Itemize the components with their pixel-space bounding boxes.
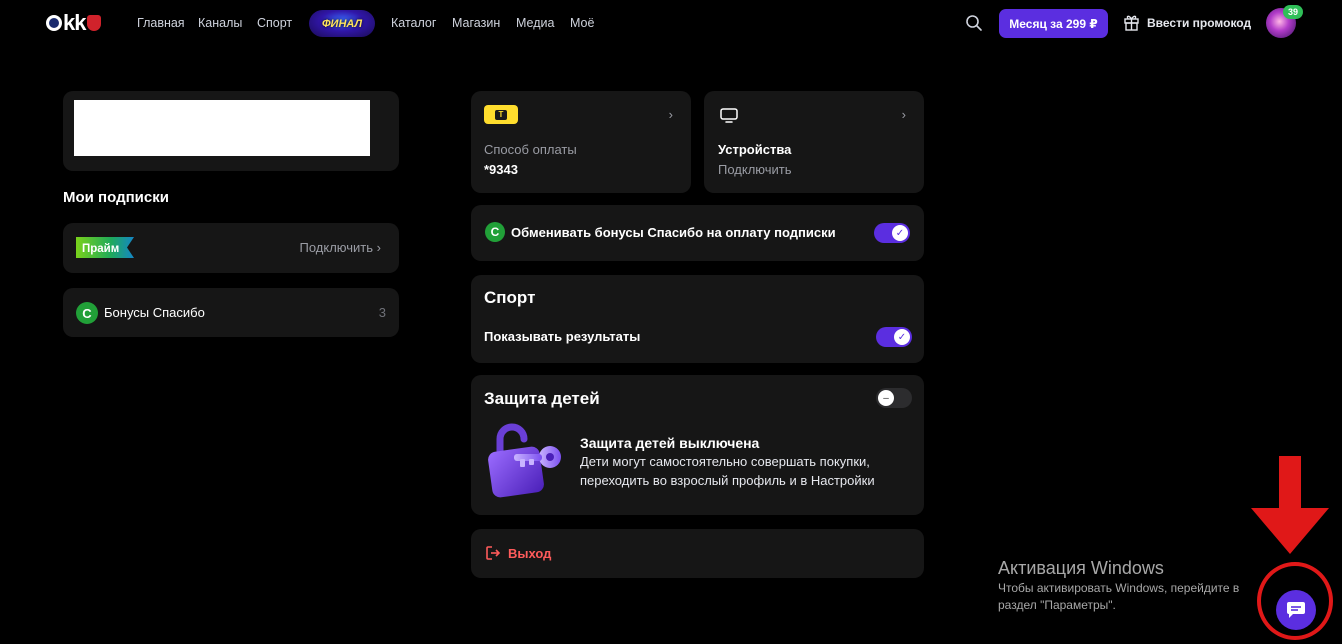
- logout-icon: [486, 546, 501, 560]
- child-protection-toggle[interactable]: –: [876, 388, 912, 408]
- prime-badge: Прайм: [76, 237, 134, 258]
- chevron-right-icon: ›: [901, 107, 906, 122]
- subscriptions-title: Мои подписки: [63, 189, 169, 206]
- windows-activation-line1: Чтобы активировать Windows, перейдите в: [998, 581, 1240, 595]
- child-protection-status-title: Защита детей выключена: [580, 435, 760, 451]
- logo-ring-icon: [46, 15, 62, 31]
- tv-icon: [720, 108, 738, 123]
- final-promo-text: ФИНАЛ: [321, 17, 363, 30]
- nav-sport[interactable]: Спорт: [257, 16, 292, 30]
- profile-card[interactable]: [63, 91, 399, 171]
- spasibo-icon: С: [76, 302, 98, 324]
- spasibo-exchange-toggle[interactable]: ✓: [874, 223, 910, 243]
- final-promo-badge[interactable]: ФИНАЛ: [309, 10, 375, 37]
- nav-mine[interactable]: Моё: [570, 16, 594, 30]
- check-icon: ✓: [894, 329, 910, 345]
- chat-icon: [1287, 602, 1305, 618]
- sport-settings-card: Спорт Показывать результаты ✓: [471, 275, 924, 363]
- child-protection-card: Защита детей – Защита детей выключена Де…: [471, 375, 924, 515]
- spasibo-exchange-label: Обменивать бонусы Спасибо на оплату подп…: [511, 225, 836, 240]
- spasibo-icon: С: [485, 222, 505, 242]
- nav-catalog[interactable]: Каталог: [391, 16, 436, 30]
- payment-card-number: *9343: [484, 162, 518, 177]
- avatar-count-badge: 39: [1283, 5, 1303, 19]
- prime-connect-label: Подключить: [299, 240, 374, 255]
- spasibo-exchange-card: С Обменивать бонусы Спасибо на оплату по…: [471, 205, 924, 261]
- payment-method-label: Способ оплаты: [484, 142, 577, 157]
- prime-subscription-card[interactable]: Прайм Подключить ›: [63, 223, 399, 273]
- okko-logo[interactable]: kk: [46, 10, 102, 35]
- support-chat-button[interactable]: [1276, 590, 1316, 630]
- nav-channels[interactable]: Каналы: [198, 16, 242, 30]
- show-results-toggle[interactable]: ✓: [876, 327, 912, 347]
- nav-home[interactable]: Главная: [137, 16, 185, 30]
- devices-connect-label: Подключить: [718, 162, 792, 177]
- devices-card[interactable]: › Устройства Подключить: [704, 91, 924, 193]
- chevron-right-icon: ›: [668, 107, 673, 122]
- windows-activation-line2: раздел "Параметры".: [998, 598, 1116, 612]
- payment-method-card[interactable]: T › Способ оплаты *9343: [471, 91, 691, 193]
- sport-title: Спорт: [484, 288, 536, 307]
- subscribe-button[interactable]: Месяц за 299 ₽: [999, 9, 1108, 38]
- child-protection-title: Защита детей: [484, 389, 600, 408]
- devices-title: Устройства: [718, 142, 792, 157]
- nav-store[interactable]: Магазин: [452, 16, 500, 30]
- prime-connect-action[interactable]: Подключить ›: [300, 240, 381, 255]
- logout-button[interactable]: Выход: [471, 529, 924, 578]
- minus-icon: –: [878, 390, 894, 406]
- top-header: kk Главная Каналы Спорт ФИНАЛ Каталог Ма…: [0, 0, 1342, 46]
- club-crest-icon: [87, 15, 102, 31]
- open-lock-icon: [488, 423, 561, 498]
- child-protection-status-desc: Дети могут самостоятельно совершать поку…: [580, 454, 875, 488]
- red-arrow-annotation: [1251, 456, 1329, 554]
- logout-label: Выход: [508, 546, 552, 561]
- search-icon[interactable]: [964, 13, 984, 33]
- show-results-label: Показывать результаты: [484, 329, 641, 344]
- promocode-link[interactable]: Ввести промокод: [1124, 14, 1251, 31]
- gift-icon: [1124, 15, 1139, 31]
- bonus-spasibo-label: Бонусы Спасибо: [104, 305, 205, 320]
- prime-badge-label: Прайм: [82, 243, 119, 255]
- windows-activation-title: Активация Windows: [998, 558, 1164, 578]
- bonus-spasibo-card[interactable]: С Бонусы Спасибо 3: [63, 288, 399, 337]
- tbank-icon: T: [484, 105, 518, 124]
- profile-redacted-area: [74, 100, 370, 156]
- logo-text: kk: [63, 10, 87, 35]
- check-icon: ✓: [892, 225, 908, 241]
- bonus-count: 3: [378, 305, 386, 320]
- promocode-label: Ввести промокод: [1147, 15, 1252, 30]
- nav-media[interactable]: Медиа: [516, 16, 554, 30]
